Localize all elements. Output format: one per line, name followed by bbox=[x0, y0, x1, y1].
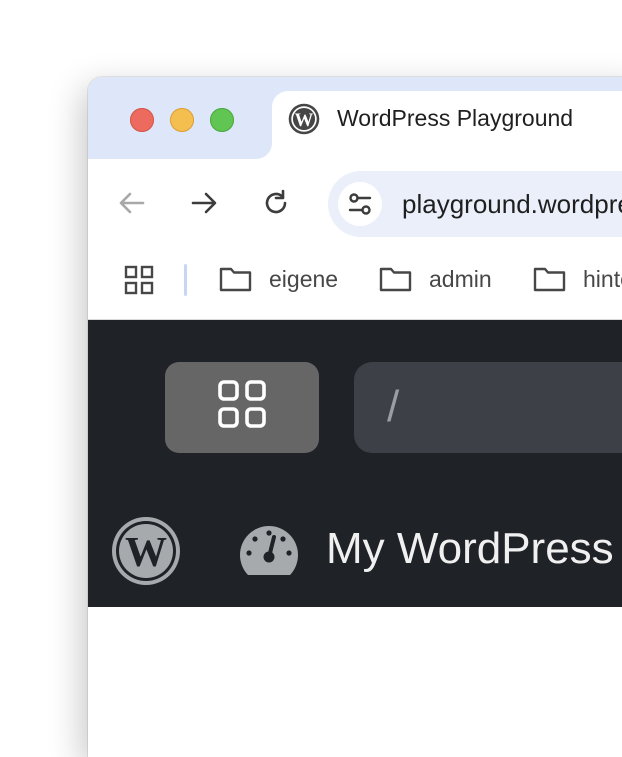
bookmark-folder-admin[interactable]: admin bbox=[379, 261, 492, 297]
url-text: playground.wordpress.net bbox=[402, 189, 622, 219]
svg-text:W: W bbox=[295, 110, 314, 131]
back-button[interactable] bbox=[115, 186, 149, 220]
sites-grid-icon bbox=[218, 380, 266, 428]
site-title[interactable]: My WordPress Website bbox=[326, 524, 622, 574]
minimize-window-button[interactable] bbox=[170, 108, 194, 132]
forward-button[interactable] bbox=[187, 186, 221, 220]
path-input[interactable]: / bbox=[354, 362, 622, 453]
bookmark-folder-hinter[interactable]: hinter bbox=[533, 261, 622, 297]
folder-icon bbox=[219, 267, 252, 291]
wordpress-icon: W bbox=[288, 103, 320, 135]
zoom-window-button[interactable] bbox=[210, 108, 234, 132]
browser-window: W WordPress Playground playground.wordpr… bbox=[88, 77, 622, 757]
bookmarks-bar: eigene admin hinter bbox=[88, 247, 622, 320]
browser-toolbar: playground.wordpress.net bbox=[88, 159, 622, 247]
tab-title: WordPress Playground bbox=[337, 105, 574, 131]
bookmark-label: hinter bbox=[583, 265, 622, 292]
folder-icon bbox=[379, 267, 412, 291]
site-manager-button[interactable] bbox=[165, 362, 319, 453]
tab-corner bbox=[256, 143, 272, 159]
folder-icon bbox=[533, 267, 566, 291]
reload-button[interactable] bbox=[259, 186, 293, 220]
close-window-button[interactable] bbox=[130, 108, 154, 132]
path-value: / bbox=[387, 382, 400, 431]
bookmark-label: admin bbox=[429, 265, 492, 292]
address-bar[interactable]: playground.wordpress.net bbox=[328, 171, 622, 237]
apps-grid-icon[interactable] bbox=[124, 265, 154, 295]
bookmarks-separator bbox=[184, 264, 187, 296]
page-content: / W My WordPress Website bbox=[88, 320, 622, 757]
playground-header: / W My WordPress Website bbox=[88, 320, 622, 607]
tune-icon bbox=[348, 193, 372, 215]
svg-text:W: W bbox=[125, 530, 167, 576]
tab-strip: W WordPress Playground bbox=[88, 77, 622, 159]
site-info-button[interactable] bbox=[338, 182, 382, 226]
tab-wordpress-playground[interactable]: W WordPress Playground bbox=[272, 91, 622, 159]
dashboard-gauge-icon[interactable] bbox=[239, 523, 299, 575]
bookmark-label: eigene bbox=[269, 265, 339, 292]
wordpress-logo-icon[interactable]: W bbox=[110, 515, 182, 587]
bookmark-folder-eigene[interactable]: eigene bbox=[219, 261, 338, 297]
